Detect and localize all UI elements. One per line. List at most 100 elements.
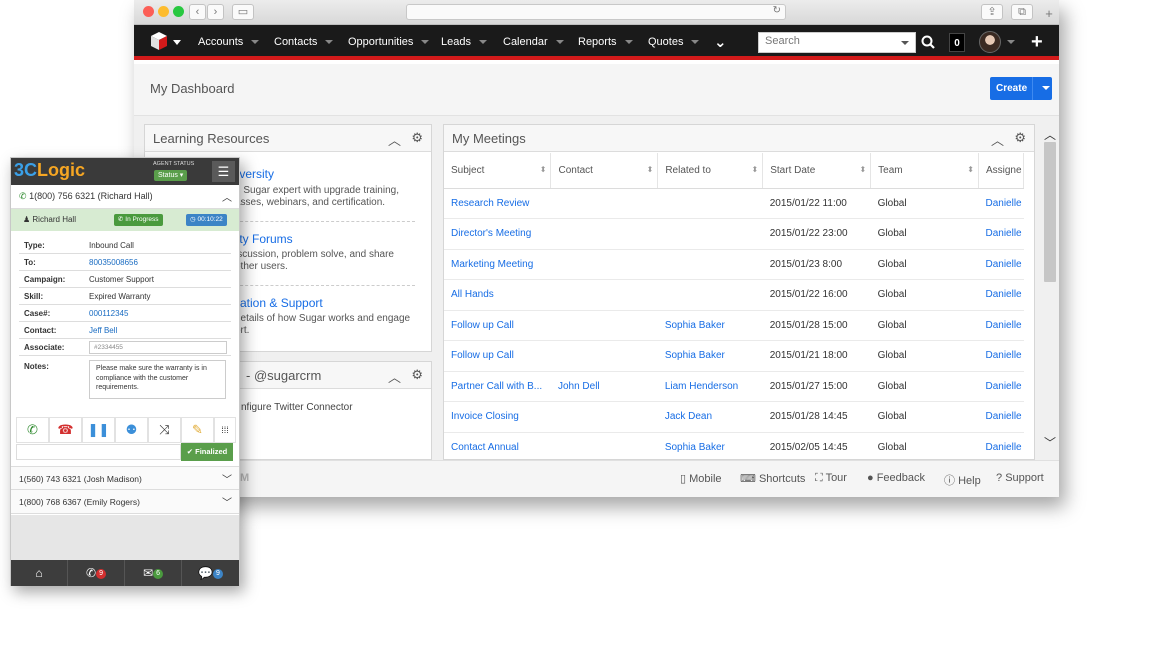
show-tabs-button[interactable]: ⧉ <box>1011 4 1033 20</box>
column-header-assigned[interactable]: Assigne <box>978 153 1025 189</box>
hangup-button[interactable]: ☎ <box>49 417 82 443</box>
conference-button[interactable]: ⚉ <box>115 417 148 443</box>
active-call-header[interactable]: ✆ 1(800) 756 6321 (Richard Hall) ︿ <box>11 185 239 209</box>
field-row: Contact: Jeff Bell <box>19 322 231 339</box>
hamburger-menu-icon[interactable]: ☰ <box>212 161 235 182</box>
meeting-subject-link[interactable]: Follow up Call <box>444 310 551 341</box>
nav-reports[interactable]: Reports <box>578 25 633 60</box>
column-header-related[interactable]: Related to ⬍ <box>657 153 764 189</box>
global-search-input[interactable]: Search <box>758 32 916 53</box>
dialpad-button[interactable]: ⁞⁞⁞ <box>214 417 236 443</box>
sort-icon: ⬍ <box>859 164 867 174</box>
nav-leads[interactable]: Leads <box>441 25 487 60</box>
calls-tab[interactable]: ✆ 9 <box>68 560 125 586</box>
column-header-contact[interactable]: Contact ⬍ <box>550 153 659 189</box>
quick-create-button[interactable]: + <box>1031 25 1043 60</box>
footer-shortcuts-link[interactable]: ⌨ Shortcuts <box>740 472 805 485</box>
search-button[interactable] <box>920 25 936 60</box>
collapse-icon[interactable]: ︿ <box>991 130 1004 149</box>
chevron-down-icon[interactable] <box>1042 86 1050 90</box>
chats-badge: 9 <box>213 568 223 579</box>
user-menu[interactable] <box>979 25 1015 60</box>
chevron-down-icon <box>478 40 487 45</box>
footer-feedback-link[interactable]: ● Feedback <box>867 472 925 484</box>
nav-more-button[interactable]: ⌄ <box>714 25 727 60</box>
chevron-down-icon <box>325 40 334 45</box>
answer-call-button[interactable]: ✆ <box>16 417 49 443</box>
table-row: Contact Annual Sophia Baker 2015/02/05 14:… <box>444 432 1024 459</box>
gear-icon[interactable]: ⚙ <box>1014 130 1026 146</box>
reload-icon[interactable]: ↻ <box>773 5 781 16</box>
notes-textarea[interactable]: Please make sure the warranty is in comp… <box>89 360 226 399</box>
queued-call-row[interactable]: 1(560) 743 6321 (Josh Madison) ﹀ <box>11 466 239 490</box>
sugar-logo-menu[interactable] <box>148 25 184 60</box>
info-icon: ⓘ <box>944 475 959 487</box>
column-header-subject[interactable]: Subject ⬍ <box>444 153 552 189</box>
associate-input[interactable]: #2334455 <box>89 341 227 354</box>
meeting-subject-link[interactable]: Partner Call with B... <box>444 371 551 402</box>
forward-button[interactable]: › <box>207 4 224 20</box>
table-row: Marketing Meeting 2015/01/23 8:00 Global Da… <box>444 249 1024 280</box>
close-window-button[interactable] <box>143 6 154 17</box>
finalized-button[interactable]: ✔ Finalized <box>181 443 233 461</box>
nav-calendar[interactable]: Calendar <box>503 25 564 60</box>
new-tab-button[interactable]: + <box>1041 7 1057 23</box>
nav-opportunities[interactable]: Opportunities <box>348 25 430 60</box>
create-button[interactable]: Create <box>990 77 1052 100</box>
page-scrollbar[interactable]: ︿ ﹀ <box>1042 124 1058 460</box>
chevron-down-icon[interactable] <box>901 41 909 45</box>
share-button[interactable]: ⇪ <box>981 4 1003 20</box>
footer: M ▯ Mobile ⌨ Shortcuts ⛶ Tour ● Feedback… <box>134 460 1059 497</box>
messages-tab[interactable]: ✉ 6 <box>125 560 182 586</box>
meeting-subject-link[interactable]: Invoice Closing <box>444 401 551 433</box>
nav-accounts[interactable]: Accounts <box>198 25 260 60</box>
footer-mobile-link[interactable]: ▯ Mobile <box>680 472 722 485</box>
field-row: Skill: Expired Warranty <box>19 288 231 305</box>
gear-icon[interactable]: ⚙ <box>411 130 423 146</box>
back-button[interactable]: ‹ <box>189 4 206 20</box>
minimize-window-button[interactable] <box>158 6 169 17</box>
chat-tab[interactable]: 💬 9 <box>182 560 239 586</box>
nav-quotes[interactable]: Quotes <box>648 25 700 60</box>
pause-icon: ❚❚ <box>87 422 110 437</box>
meeting-subject-link[interactable]: Research Review <box>444 188 551 219</box>
meeting-subject-link[interactable]: Director's Meeting <box>444 218 551 250</box>
dialpad-icon: ⁞⁞⁞ <box>221 425 229 435</box>
sidebar-toggle-button[interactable]: ▭ <box>232 4 254 20</box>
zoom-window-button[interactable] <box>173 6 184 17</box>
scrollbar-thumb[interactable] <box>1044 142 1056 282</box>
notifications-count[interactable]: 0 <box>949 33 965 52</box>
disposition-input[interactable] <box>16 444 181 460</box>
envelope-icon: ✉ <box>143 566 154 580</box>
hold-button[interactable]: ❚❚ <box>82 417 115 443</box>
footer-help-link[interactable]: ⓘ Help <box>944 472 981 488</box>
mute-button[interactable]: ✎ <box>181 417 214 443</box>
agent-status-dropdown[interactable]: Status ▾ <box>154 170 188 181</box>
footer-tour-link[interactable]: ⛶ Tour <box>815 472 847 485</box>
collapse-icon[interactable]: ︿ <box>388 130 401 149</box>
meeting-subject-link[interactable]: All Hands <box>444 279 551 311</box>
field-row: Campaign: Customer Support <box>19 271 231 288</box>
meeting-subject-link[interactable]: Contact Annual <box>444 432 551 459</box>
address-bar[interactable]: ↻ <box>406 4 786 20</box>
scroll-up-icon[interactable]: ︿ <box>1044 126 1056 143</box>
column-header-team[interactable]: Team ⬍ <box>870 153 979 189</box>
chevron-up-icon[interactable]: ︿ <box>222 189 232 204</box>
gear-icon[interactable]: ⚙ <box>411 367 423 383</box>
transfer-button[interactable]: ⤨ <box>148 417 181 443</box>
queued-call-row[interactable]: 1(800) 768 6367 (Emily Rogers) ﹀ <box>11 490 239 514</box>
home-tab[interactable]: ⌂ <box>11 560 68 586</box>
chevron-down-icon[interactable]: ﹀ <box>222 494 232 509</box>
resource-link-documentation[interactable]: ntation & Support <box>230 296 323 310</box>
column-header-start-date[interactable]: Start Date ⬍ <box>762 153 872 189</box>
chevron-down-icon[interactable]: ﹀ <box>222 471 232 486</box>
collapse-icon[interactable]: ︿ <box>388 367 401 386</box>
scroll-down-icon[interactable]: ﹀ <box>1044 434 1056 451</box>
meeting-subject-link[interactable]: Marketing Meeting <box>444 249 551 280</box>
nav-contacts[interactable]: Contacts <box>274 25 334 60</box>
meeting-subject-link[interactable]: Follow up Call <box>444 340 551 372</box>
sugar-cube-icon <box>151 32 181 50</box>
tour-icon: ⛶ <box>815 472 826 484</box>
footer-support-link[interactable]: ? Support <box>996 472 1044 484</box>
call-state-badge: ✆ In Progress <box>114 214 163 226</box>
